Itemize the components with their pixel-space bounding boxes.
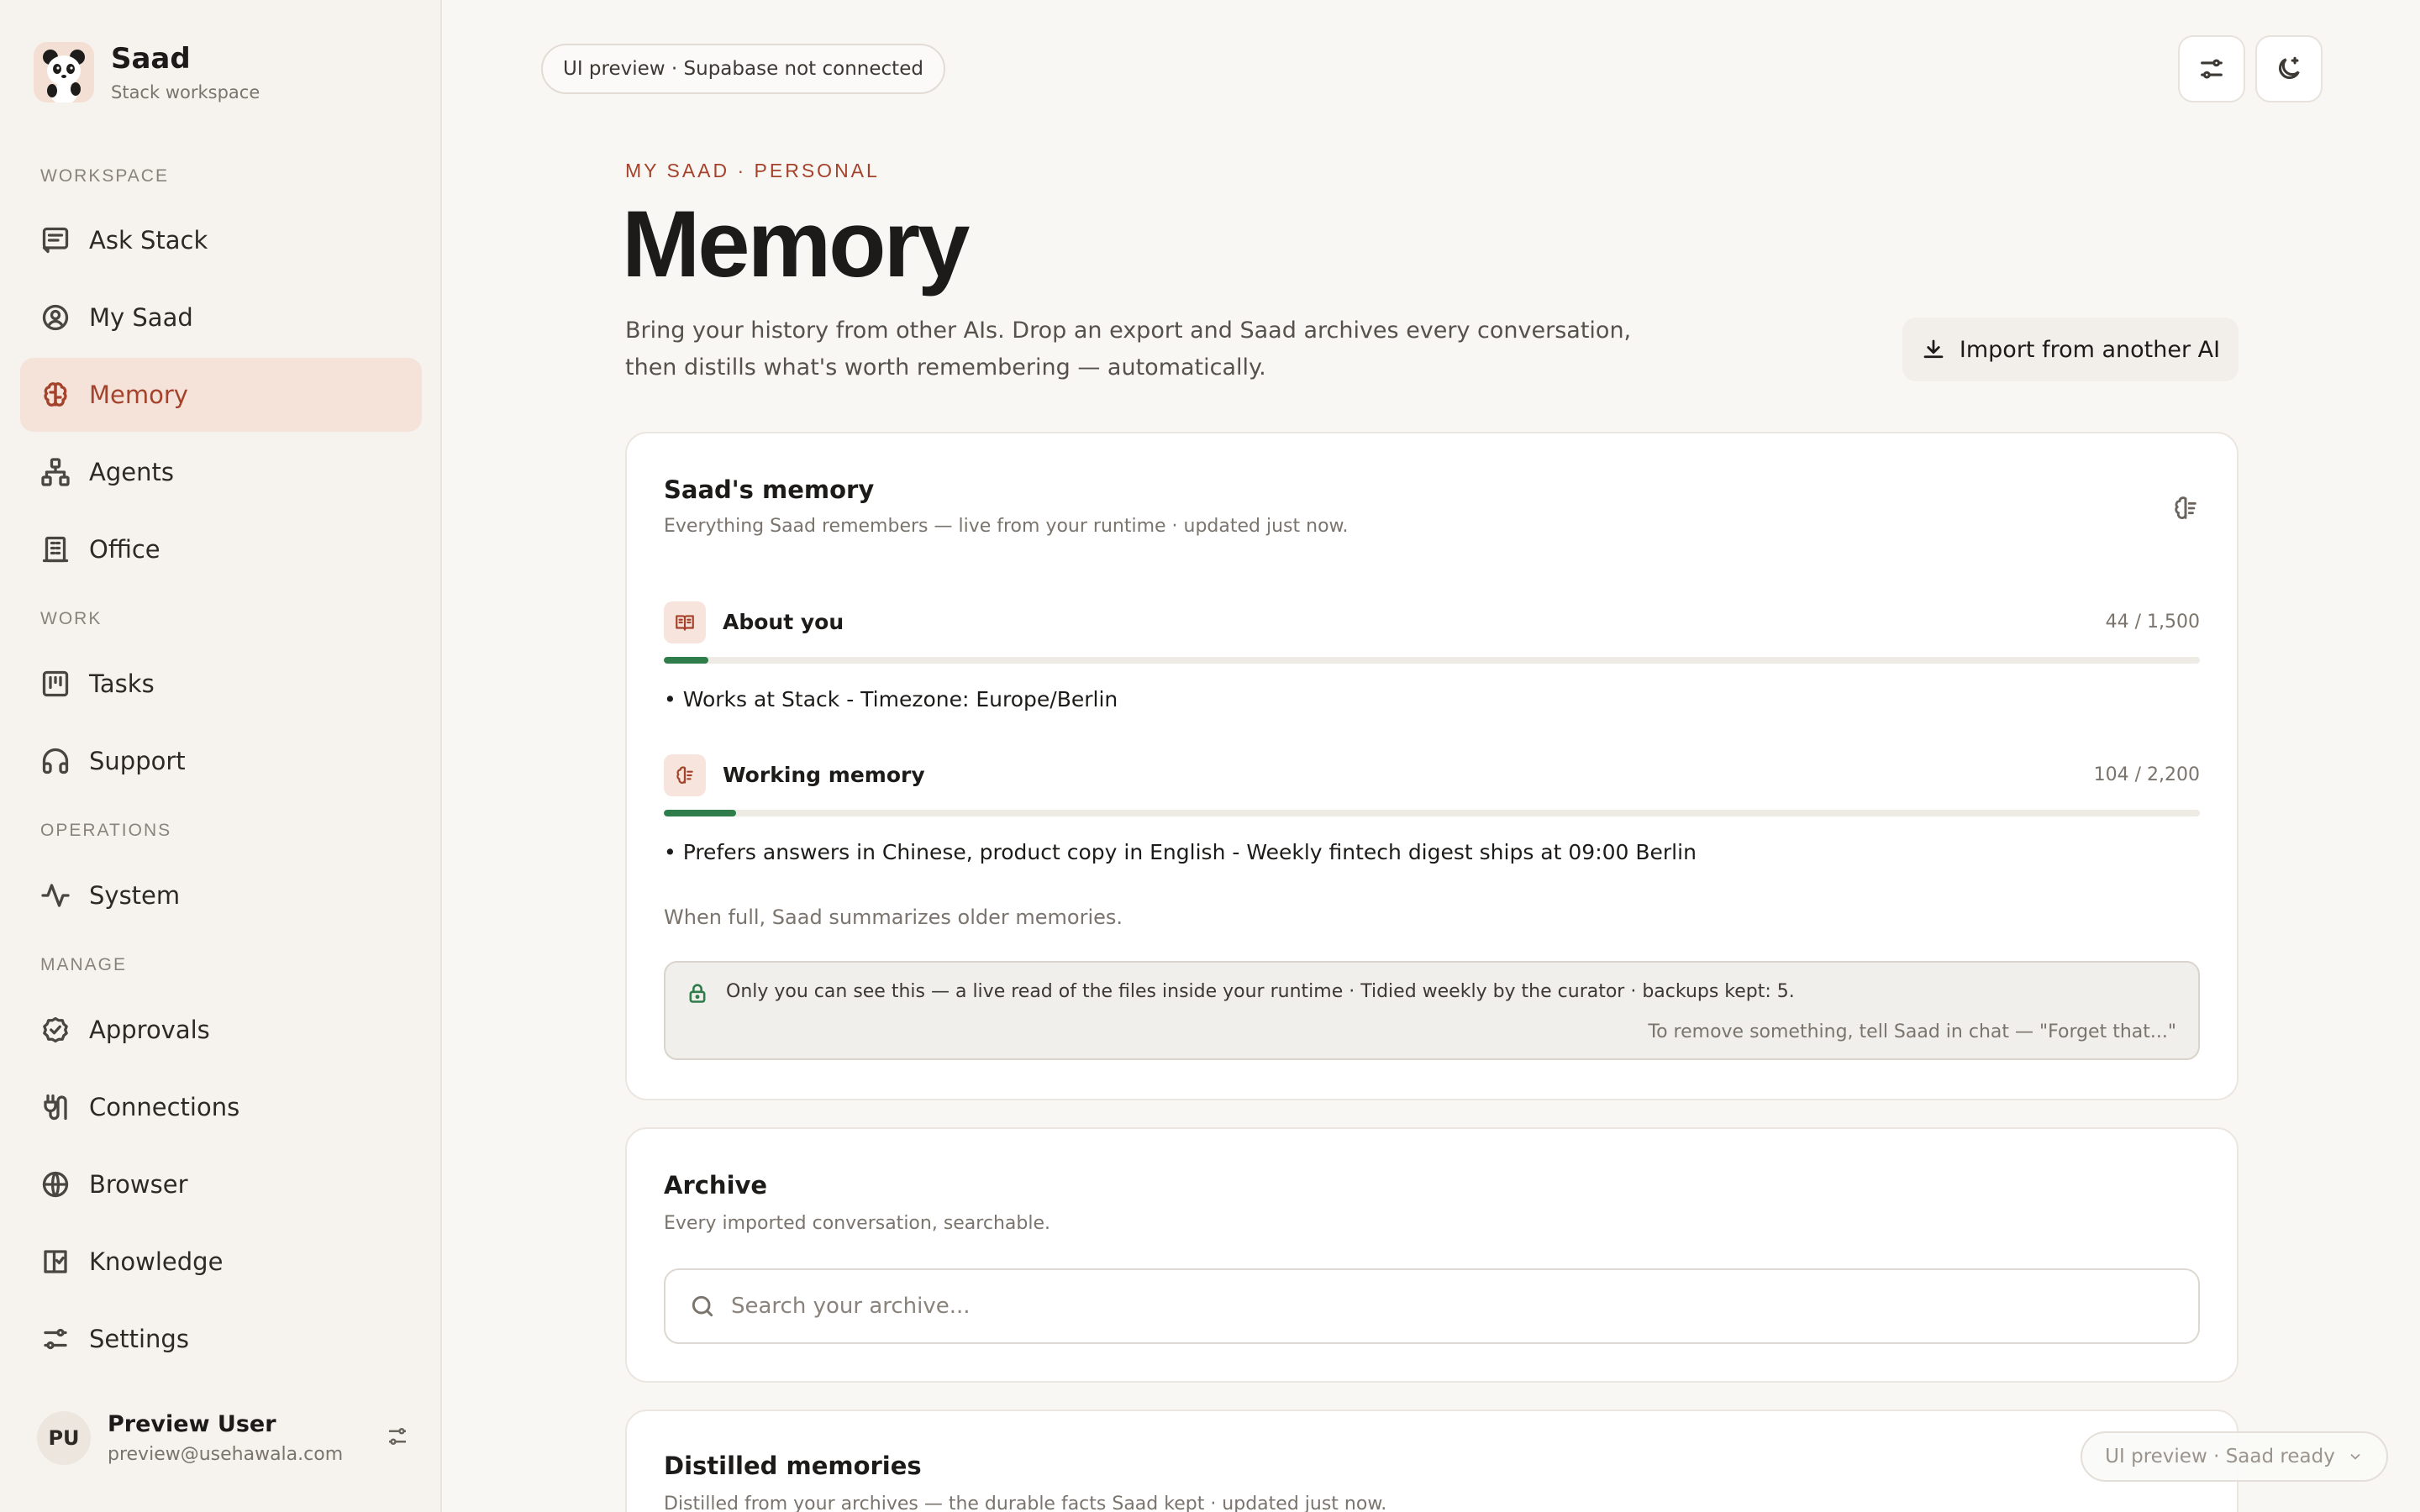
- distilled-card-title: Distilled memories: [664, 1452, 922, 1480]
- sidebar-item-tasks[interactable]: Tasks: [20, 647, 422, 721]
- building-icon: [40, 534, 71, 564]
- user-settings-sliders-icon[interactable]: [385, 1424, 410, 1452]
- activity-icon: [40, 880, 71, 911]
- sidebar-item-label: Support: [89, 747, 186, 775]
- brain-icon: [2171, 494, 2200, 526]
- working-memory-count: 104 / 2,200: [2093, 764, 2200, 785]
- page-description: Bring your history from other AIs. Drop …: [625, 318, 1632, 381]
- sliders-icon: [40, 1324, 71, 1354]
- sidebar-item-connections[interactable]: Connections: [20, 1070, 422, 1144]
- section-label-workspace: WORKSPACE: [40, 166, 169, 186]
- sidebar-item-label: My Saad: [89, 303, 193, 332]
- sidebar-item-system[interactable]: System: [20, 858, 422, 932]
- user-profile[interactable]: PU Preview User preview@usehawala.com: [37, 1411, 410, 1465]
- preview-status-pill: UI preview · Supabase not connected: [541, 44, 945, 94]
- chevron-down-icon: [2335, 1448, 2364, 1465]
- archive-card: Archive Every imported conversation, sea…: [625, 1127, 2238, 1383]
- privacy-notice: Only you can see this — a live read of t…: [664, 961, 2200, 1060]
- sidebar-item-label: Memory: [89, 381, 188, 409]
- sidebar-item-approvals[interactable]: Approvals: [20, 993, 422, 1067]
- working-memory-label: Working memory: [723, 763, 925, 787]
- archive-search-input[interactable]: [731, 1294, 2160, 1319]
- sidebar-item-label: Knowledge: [89, 1247, 224, 1276]
- sliders-icon: [2197, 55, 2226, 83]
- distilled-card: Distilled memories Distilled from your a…: [625, 1410, 2238, 1512]
- globe-icon: [40, 1169, 71, 1200]
- section-label-manage: MANAGE: [40, 955, 128, 974]
- sidebar-item-label: System: [89, 881, 181, 910]
- page-eyebrow: MY SAAD · PERSONAL: [625, 160, 880, 181]
- sidebar-item-settings[interactable]: Settings: [20, 1302, 422, 1376]
- sidebar-item-label: Tasks: [89, 669, 155, 698]
- kanban-icon: [40, 669, 71, 699]
- user-name: Preview User: [108, 1411, 276, 1437]
- book-open-icon: [664, 601, 706, 643]
- sidebar-item-label: Browser: [89, 1170, 188, 1199]
- headphones-icon: [40, 746, 71, 776]
- working-memory-text: • Prefers answers in Chinese, product co…: [664, 840, 1697, 864]
- sidebar-item-support[interactable]: Support: [20, 724, 422, 798]
- sidebar-item-label: Agents: [89, 458, 174, 486]
- search-icon: [689, 1293, 716, 1320]
- sidebar-item-label: Connections: [89, 1093, 240, 1121]
- working-memory-progress-fill: [664, 810, 736, 816]
- panda-logo-icon: [34, 42, 94, 102]
- about-you-text: • Works at Stack - Timezone: Europe/Berl…: [664, 687, 1118, 711]
- import-button-label: Import from another AI: [1959, 336, 2221, 363]
- distilled-card-subtitle: Distilled from your archives — the durab…: [664, 1494, 1387, 1512]
- sidebar-item-label: Approvals: [89, 1016, 210, 1044]
- memory-card-title: Saad's memory: [664, 475, 875, 504]
- lock-icon: [686, 981, 709, 1008]
- book-check-icon: [40, 1247, 71, 1277]
- about-you-progress: [664, 657, 2200, 664]
- status-pill-label: UI preview · Saad ready: [2105, 1446, 2335, 1467]
- sidebar-item-ask-stack[interactable]: Ask Stack: [20, 203, 422, 277]
- sidebar-item-browser[interactable]: Browser: [20, 1147, 422, 1221]
- brand-subtitle: Stack workspace: [111, 82, 260, 102]
- memory-summary-note: When full, Saad summarizes older memorie…: [664, 906, 1123, 929]
- archive-card-subtitle: Every imported conversation, searchable.: [664, 1213, 1050, 1234]
- moon-icon: [2275, 55, 2303, 83]
- section-label-work: WORK: [40, 609, 103, 628]
- about-you-label: About you: [723, 610, 844, 634]
- working-memory-progress: [664, 810, 2200, 816]
- sidebar-item-office[interactable]: Office: [20, 512, 422, 586]
- import-button[interactable]: Import from another AI: [1902, 318, 2238, 381]
- brand[interactable]: Saad Stack workspace: [34, 42, 260, 102]
- archive-search[interactable]: [664, 1268, 2200, 1344]
- about-you-progress-fill: [664, 657, 708, 664]
- sidebar-item-label: Ask Stack: [89, 226, 208, 255]
- memory-card: Saad's memory Everything Saad remembers …: [625, 432, 2238, 1100]
- about-you-count: 44 / 1,500: [2105, 612, 2200, 633]
- memory-card-subtitle: Everything Saad remembers — live from yo…: [664, 516, 1349, 537]
- user-circle-icon: [40, 302, 71, 333]
- plug-icon: [40, 1092, 71, 1122]
- sidebar-item-label: Office: [89, 535, 160, 564]
- brain-icon: [664, 754, 706, 796]
- section-label-operations: OPERATIONS: [40, 821, 172, 840]
- theme-toggle-button[interactable]: [2255, 35, 2323, 102]
- avatar: PU: [37, 1411, 91, 1465]
- check-circle-icon: [40, 1015, 71, 1045]
- sidebar-item-knowledge[interactable]: Knowledge: [20, 1225, 422, 1299]
- sidebar-item-agents[interactable]: Agents: [20, 435, 422, 509]
- sidebar-item-label: Settings: [89, 1325, 189, 1353]
- archive-card-title: Archive: [664, 1171, 768, 1200]
- privacy-notice-hint: To remove something, tell Saad in chat —…: [1648, 1021, 2176, 1042]
- privacy-notice-text: Only you can see this — a live read of t…: [726, 981, 1795, 1002]
- download-icon: [1921, 337, 1960, 362]
- runtime-status-pill[interactable]: UI preview · Saad ready: [2081, 1431, 2388, 1482]
- sidebar: Saad Stack workspace WORKSPACE Ask Stack…: [0, 0, 442, 1512]
- filters-button[interactable]: [2178, 35, 2245, 102]
- network-icon: [40, 457, 71, 487]
- brain-icon: [40, 380, 71, 410]
- sidebar-item-my-saad[interactable]: My Saad: [20, 281, 422, 354]
- message-square-icon: [40, 225, 71, 255]
- page-title: Memory: [622, 192, 970, 297]
- brand-name: Saad: [111, 42, 191, 76]
- sidebar-item-memory[interactable]: Memory: [20, 358, 422, 432]
- user-email: preview@usehawala.com: [108, 1444, 344, 1465]
